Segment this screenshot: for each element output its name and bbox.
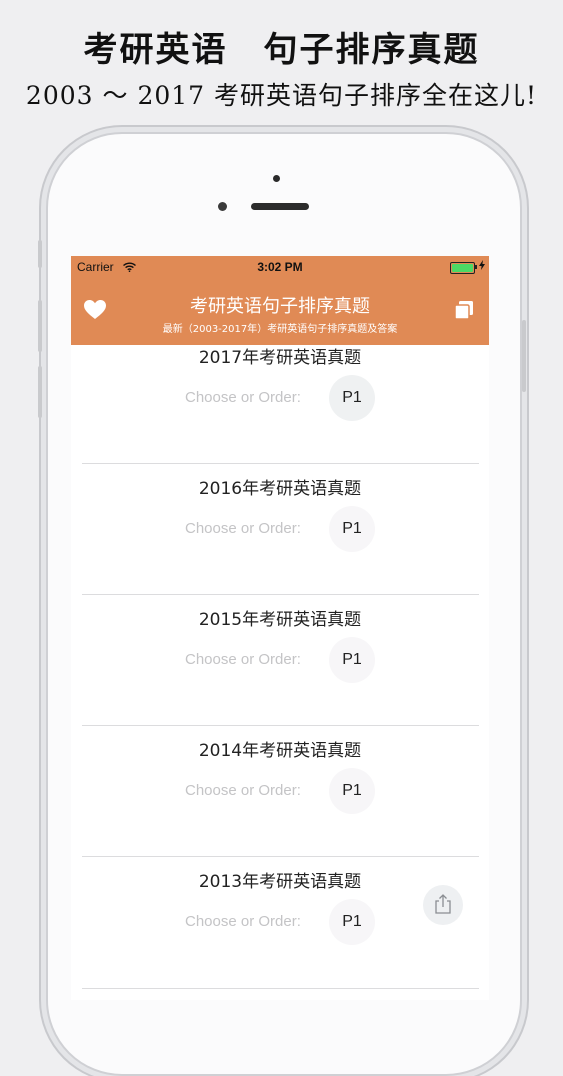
divider [82,988,479,989]
promo-title: 考研英语 句子排序真题 [83,30,480,70]
app-screen: Carrier 3:02 PM 考研英语句子排序真题 最新（2003-2017年… [71,256,489,1000]
list-item[interactable]: 2014年考研英语真题 Choose or Order: P1 [71,726,489,857]
page-p1-button[interactable]: P1 [329,506,375,552]
front-camera [218,202,227,211]
order-input-placeholder[interactable]: Choose or Order: [185,389,301,406]
volume-down-button [38,366,42,418]
list-item[interactable]: 2016年考研英语真题 Choose or Order: P1 [71,464,489,595]
share-icon [434,893,452,917]
exam-title: 2015年考研英语真题 [198,610,362,630]
order-input-placeholder[interactable]: Choose or Order: [185,913,301,930]
nav-title: 考研英语句子排序真题 [190,296,370,317]
page-p1-button[interactable]: P1 [329,899,375,945]
status-bar: Carrier 3:02 PM [71,256,489,278]
mute-switch [38,240,42,268]
page-p1-button[interactable]: P1 [329,375,375,421]
order-input-placeholder[interactable]: Choose or Order: [185,651,301,668]
status-time: 3:02 PM [257,260,303,274]
list-item[interactable]: 2017年考研英语真题 Choose or Order: P1 [71,333,489,464]
exam-title: 2016年考研英语真题 [198,479,362,499]
proximity-sensor [273,175,280,182]
bolt-icon [479,260,485,273]
page-p1-button[interactable]: P1 [329,637,375,683]
promo-subtitle: 2003 ～ 2017 考研英语句子排序全在这儿! [25,81,538,110]
page-p1-button[interactable]: P1 [329,768,375,814]
share-button[interactable] [423,885,463,925]
exam-title: 2017年考研英语真题 [198,348,362,368]
exam-list: 2017年考研英语真题 Choose or Order: P1 2016年考研英… [71,345,489,1000]
exam-title: 2014年考研英语真题 [198,741,362,761]
battery-icon [450,262,475,274]
battery-tip [475,265,477,269]
exam-title: 2013年考研英语真题 [198,872,362,892]
list-item[interactable]: 2013年考研英语真题 Choose or Order: P1 [71,857,489,1000]
order-input-placeholder[interactable]: Choose or Order: [185,782,301,799]
copy-icon [454,301,474,323]
battery-level [452,264,473,272]
power-button [522,320,526,392]
copy-button[interactable] [454,300,474,323]
list-item[interactable]: 2015年考研英语真题 Choose or Order: P1 [71,595,489,726]
order-input-placeholder[interactable]: Choose or Order: [185,520,301,537]
volume-up-button [38,300,42,352]
earpiece-speaker [251,203,309,210]
nav-bar: Carrier 3:02 PM 考研英语句子排序真题 最新（2003-2017年… [71,256,489,345]
